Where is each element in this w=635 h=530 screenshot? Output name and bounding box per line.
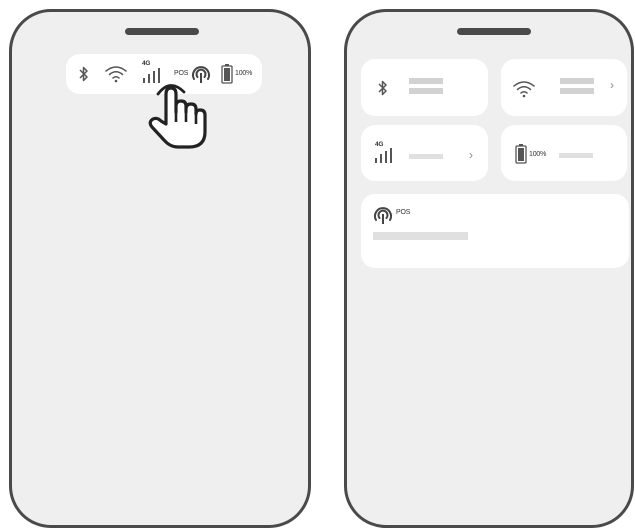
battery-icon bbox=[221, 64, 233, 84]
network-type-label: 4G bbox=[375, 141, 384, 148]
bluetooth-icon bbox=[378, 80, 387, 96]
phone-notch bbox=[457, 28, 531, 35]
wifi-icon bbox=[105, 66, 127, 83]
bluetooth-status-placeholder bbox=[409, 88, 443, 94]
pos-status-placeholder bbox=[373, 232, 468, 240]
chevron-right-icon[interactable]: › bbox=[610, 78, 614, 92]
wifi-status-placeholder bbox=[560, 88, 594, 94]
wifi-tile[interactable]: › bbox=[501, 59, 627, 116]
cellular-status-placeholder bbox=[409, 154, 443, 159]
cellular-signal-icon bbox=[375, 148, 392, 163]
battery-status-placeholder bbox=[559, 153, 593, 158]
tap-hand-cursor-icon bbox=[148, 84, 207, 149]
bluetooth-status-placeholder bbox=[409, 78, 443, 84]
bluetooth-icon bbox=[79, 66, 88, 82]
chevron-right-icon[interactable]: › bbox=[469, 148, 473, 162]
battery-level-label: 100% bbox=[235, 70, 253, 77]
pos-label: POS bbox=[396, 209, 411, 216]
network-type-label: 4G bbox=[142, 60, 151, 67]
battery-icon bbox=[515, 144, 527, 164]
pos-tile[interactable]: POS bbox=[361, 194, 629, 268]
phone-notch bbox=[125, 28, 199, 35]
wifi-icon bbox=[513, 81, 535, 98]
phone-screen-before: 4G POS 100% bbox=[9, 9, 311, 528]
pos-label: POS bbox=[174, 70, 189, 77]
pos-nfc-icon bbox=[374, 207, 392, 224]
cellular-tile[interactable]: 4G › bbox=[361, 125, 488, 181]
wifi-status-placeholder bbox=[560, 78, 594, 84]
battery-level-label: 100% bbox=[529, 151, 547, 158]
phone-screen-after: › 4G › 100% POS bbox=[344, 9, 634, 528]
bluetooth-tile[interactable] bbox=[361, 59, 488, 116]
battery-tile[interactable]: 100% bbox=[501, 125, 627, 181]
